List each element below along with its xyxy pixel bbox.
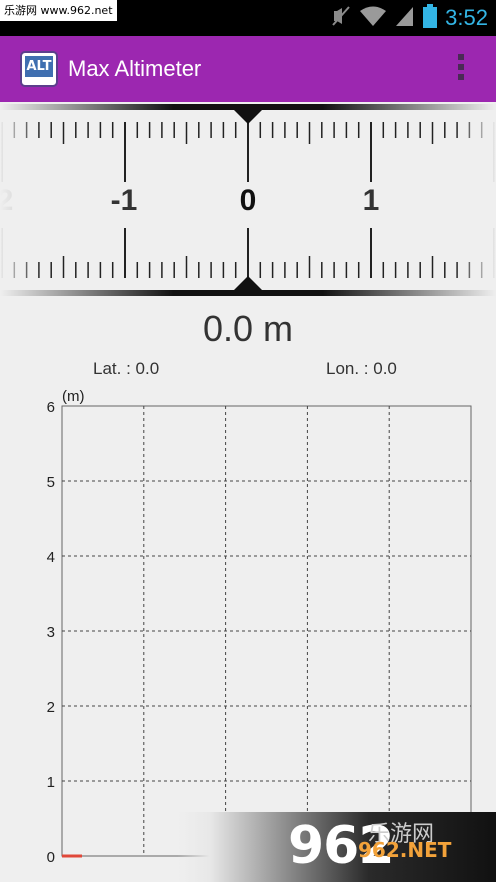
- ruler-label-minus-one: -1: [111, 184, 138, 217]
- mute-icon: [331, 5, 351, 32]
- latitude-label: Lat. : 0.0: [93, 359, 160, 378]
- overflow-menu-icon[interactable]: [456, 52, 466, 86]
- chart-y-tick-label: 1: [47, 774, 55, 791]
- chart-y-tick-label: 3: [47, 624, 55, 641]
- longitude-label: Lon. : 0.0: [326, 359, 397, 378]
- altitude-ruler: 2 -1 0 1: [0, 102, 496, 298]
- wifi-icon: [359, 5, 387, 32]
- chart-y-label: (m): [62, 388, 85, 405]
- chart-y-tick-label: 5: [47, 474, 55, 491]
- battery-icon: [423, 3, 438, 33]
- ruler-label-one: 1: [363, 184, 380, 217]
- altitude-chart: 0 1 2 3 4 5 6 (m): [47, 388, 472, 866]
- chart-y-tick-label: 0: [47, 849, 55, 866]
- signal-icon: [395, 5, 415, 32]
- app-title: Max Altimeter: [68, 56, 202, 81]
- status-bar: 乐游网 www.962.net 3:52: [0, 0, 496, 36]
- app-icon[interactable]: ALT: [20, 51, 58, 87]
- altitude-readout: 0.0 m: [202, 308, 294, 349]
- chart-y-tick-label: 2: [47, 699, 55, 716]
- ruler-label-zero: 0: [240, 184, 257, 217]
- chart-y-tick-label: 6: [47, 399, 55, 416]
- clock: 3:52: [445, 5, 488, 30]
- app-icon-label: ALT: [25, 56, 53, 77]
- app-bar: ALT Max Altimeter: [0, 36, 496, 102]
- status-icons: 3:52: [331, 0, 496, 36]
- watermark-bottom: 962 乐游网 962.NET: [178, 812, 496, 882]
- watermark-small: 962.NET: [358, 838, 452, 862]
- watermark-top: 乐游网 www.962.net: [0, 0, 117, 21]
- chart-y-tick-label: 4: [47, 549, 55, 566]
